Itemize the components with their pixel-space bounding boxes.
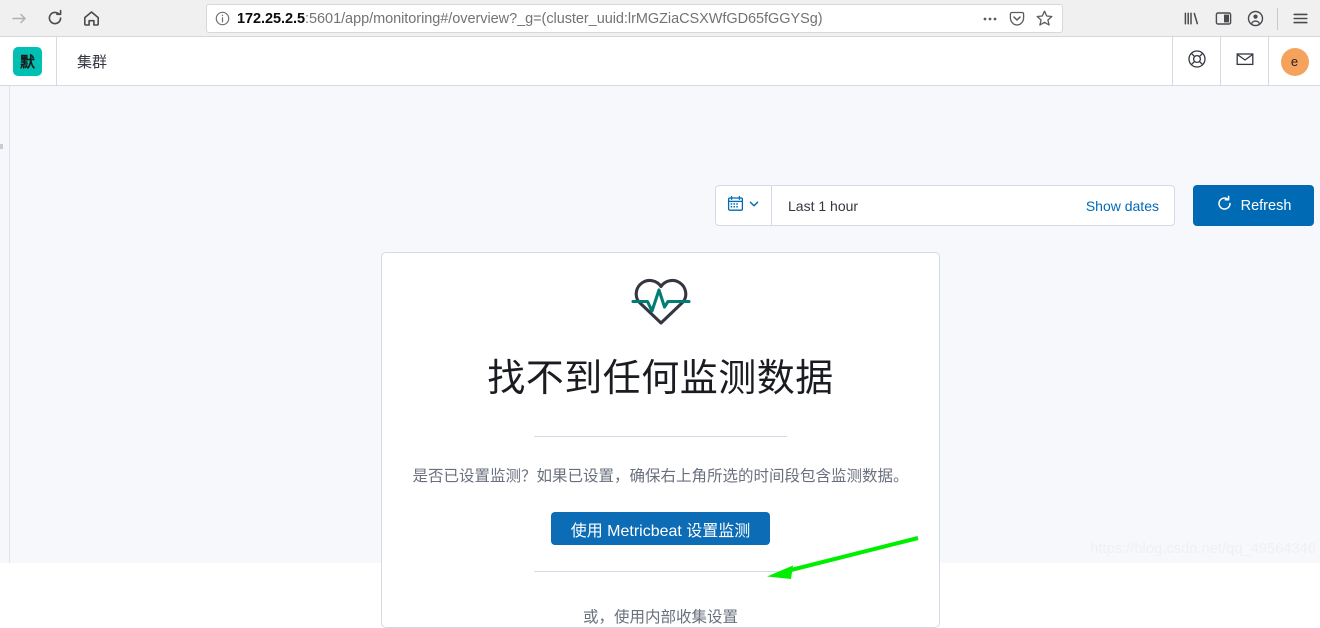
refresh-button[interactable]: Refresh (1193, 185, 1314, 226)
sidebar-icon (1214, 9, 1233, 28)
account-button[interactable] (1239, 4, 1271, 34)
kibana-header: 默 集群 e (0, 36, 1320, 86)
header-divider (56, 36, 57, 86)
chevron-down-icon (748, 197, 760, 215)
breadcrumb[interactable]: 集群 (77, 51, 107, 72)
pocket-icon[interactable] (1006, 8, 1028, 30)
library-button[interactable] (1175, 4, 1207, 34)
hamburger-menu-icon (1291, 9, 1310, 28)
refresh-label: Refresh (1240, 197, 1292, 214)
home-button[interactable] (74, 3, 108, 33)
library-icon (1182, 9, 1201, 28)
heartbeat-monitoring-icon (629, 273, 693, 325)
collapsed-side-rail[interactable] (0, 86, 10, 563)
url-host: 172.25.2.5 (237, 10, 306, 27)
divider-top (534, 436, 787, 437)
time-picker[interactable]: Last 1 hour Show dates (715, 185, 1175, 226)
app-menu-button[interactable] (1284, 4, 1316, 34)
home-icon (82, 9, 101, 28)
monitoring-page: Last 1 hour Show dates Refresh 找不到任何监测数据… (0, 86, 1320, 628)
internal-collection-link[interactable]: 或，使用内部收集设置 (583, 605, 738, 627)
url-text: 172.25.2.5:5601/app/monitoring#/overview… (237, 11, 979, 27)
calendar-icon (727, 195, 744, 217)
toolbar-separator (1277, 7, 1278, 30)
rail-handle[interactable] (0, 144, 3, 149)
help-button[interactable] (1172, 37, 1220, 86)
no-data-card: 找不到任何监测数据 是否已设置监测？如果已设置，确保右上角所选的时间段包含监测数… (381, 252, 940, 628)
reload-icon (46, 9, 64, 27)
news-button[interactable] (1220, 37, 1268, 86)
address-bar-actions (979, 8, 1062, 30)
page-title: 找不到任何监测数据 (487, 358, 834, 400)
browser-toolbar-right (1175, 0, 1316, 37)
arrow-right-icon (10, 9, 29, 28)
setup-metricbeat-button[interactable]: 使用 Metricbeat 设置监测 (550, 511, 771, 546)
lifebuoy-help-icon (1186, 48, 1208, 75)
account-icon (1246, 9, 1265, 28)
page-info-icon[interactable] (215, 11, 230, 26)
star-icon[interactable] (1033, 8, 1055, 30)
url-path: :5601/app/monitoring#/overview?_g=(clust… (305, 10, 823, 27)
address-bar[interactable]: 172.25.2.5:5601/app/monitoring#/overview… (206, 4, 1063, 33)
description-text: 是否已设置监测？如果已设置，确保右上角所选的时间段包含监测数据。 (412, 467, 909, 485)
ellipsis-icon[interactable] (979, 8, 1001, 30)
mail-news-icon (1234, 48, 1256, 75)
refresh-icon (1216, 195, 1233, 216)
avatar: e (1280, 47, 1309, 76)
divider-bottom (534, 571, 787, 573)
time-range-value[interactable]: Last 1 hour (772, 198, 1086, 214)
reload-button[interactable] (38, 3, 72, 33)
browser-toolbar: 172.25.2.5:5601/app/monitoring#/overview… (0, 0, 1320, 37)
watermark: https://blog.csdn.net/qq_49564346 (1090, 541, 1316, 557)
navigation-buttons (0, 3, 108, 33)
quick-select-button[interactable] (716, 186, 772, 225)
forward-button[interactable] (2, 3, 36, 33)
app-logo-badge[interactable]: 默 (13, 46, 42, 76)
user-menu-button[interactable]: e (1268, 37, 1320, 86)
show-dates-link[interactable]: Show dates (1086, 198, 1174, 214)
kibana-header-right: e (1172, 37, 1320, 86)
sidebar-button[interactable] (1207, 4, 1239, 34)
